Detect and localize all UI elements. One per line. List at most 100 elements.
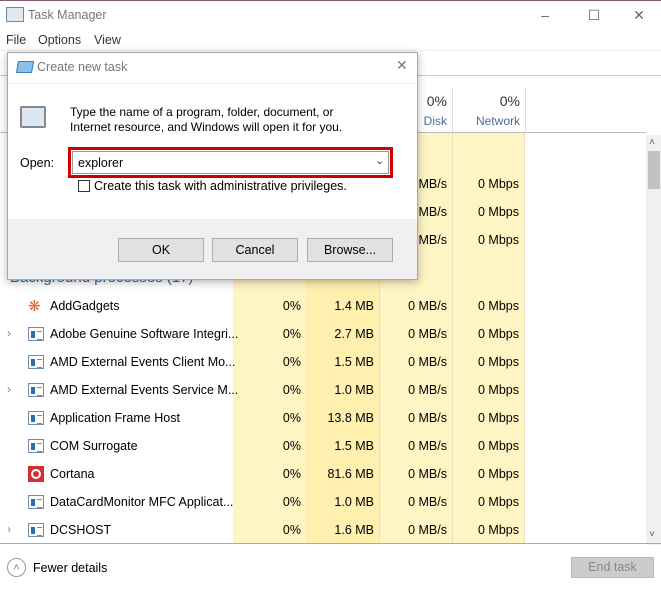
app-window-icon: [28, 411, 44, 425]
minimize-button[interactable]: –: [530, 4, 560, 26]
admin-checkbox[interactable]: [78, 180, 90, 192]
window-title: Task Manager: [28, 8, 107, 22]
app-window-icon: [28, 439, 44, 453]
maximize-button[interactable]: ☐: [579, 4, 609, 26]
network-cell: 0 Mbps: [478, 233, 519, 247]
open-input[interactable]: explorer: [78, 156, 123, 170]
expand-chevron-icon[interactable]: ›: [7, 382, 11, 396]
dialog-title-divider: [8, 83, 417, 84]
cpu-cell: 0%: [282, 383, 301, 397]
chevron-up-circle-icon[interactable]: ˄: [7, 558, 26, 577]
cpu-cell: 0%: [282, 523, 301, 537]
process-row[interactable]: Cortana 0% 81.6 MB 0 MB/s 0 Mbps: [0, 460, 525, 488]
window-top-border: [0, 0, 661, 1]
cpu-cell: 0%: [282, 439, 301, 453]
disk-cell: 0 MB/s: [408, 439, 447, 453]
cortana-icon: [28, 466, 44, 482]
disk-cell: 0 MB/s: [408, 523, 447, 537]
process-row[interactable]: COM Surrogate 0% 1.5 MB 0 MB/s 0 Mbps: [0, 432, 525, 460]
network-cell: 0 Mbps: [478, 383, 519, 397]
header-sep: [525, 88, 526, 132]
app-window-icon: [28, 355, 44, 369]
process-name: Adobe Genuine Software Integri...: [50, 327, 239, 341]
process-name: DCSHOST: [50, 523, 112, 537]
monitor-icon: [20, 106, 46, 128]
create-new-task-dialog: Create new task ✕ Type the name of a pro…: [7, 52, 418, 280]
footer-divider: [0, 543, 661, 544]
ok-button[interactable]: OK: [118, 238, 204, 262]
memory-cell: 1.4 MB: [334, 299, 374, 313]
cpu-cell: 0%: [282, 299, 301, 313]
memory-cell: 1.0 MB: [334, 495, 374, 509]
network-cell: 0 Mbps: [478, 205, 519, 219]
dialog-title: Create new task: [37, 60, 128, 74]
disk-cell: 0 MB/s: [408, 327, 447, 341]
cancel-button[interactable]: Cancel: [212, 238, 298, 262]
network-cell: 0 Mbps: [478, 299, 519, 313]
process-row[interactable]: Application Frame Host 0% 13.8 MB 0 MB/s 0 M…: [0, 404, 525, 432]
cpu-cell: 0%: [282, 327, 301, 341]
browse-button[interactable]: Browse...: [307, 238, 393, 262]
network-cell: 0 Mbps: [478, 355, 519, 369]
menu-view[interactable]: View: [94, 33, 121, 47]
dialog-close-button[interactable]: ✕: [396, 57, 408, 74]
memory-cell: 2.7 MB: [334, 327, 374, 341]
menu-options[interactable]: Options: [38, 33, 81, 47]
scrollbar-thumb[interactable]: [648, 151, 660, 189]
app-window-icon: [28, 523, 44, 537]
network-header-pct[interactable]: 0%: [452, 93, 520, 109]
process-name: COM Surrogate: [50, 439, 138, 453]
memory-cell: 1.5 MB: [334, 355, 374, 369]
process-name: AddGadgets: [50, 299, 120, 313]
memory-cell: 1.5 MB: [334, 439, 374, 453]
process-row[interactable]: › AMD External Events Service M... 0% 1.0 M…: [0, 376, 525, 404]
dialog-description: Type the name of a program, folder, docu…: [70, 105, 343, 134]
process-row[interactable]: AMD External Events Client Mo... 0% 1.5 MB…: [0, 348, 525, 376]
process-row[interactable]: › DCSHOST 0% 1.6 MB 0 MB/s 0 Mbps: [0, 516, 525, 544]
scrollbar[interactable]: ˄ ˅: [646, 135, 661, 545]
scroll-up-icon[interactable]: ˄: [649, 137, 655, 148]
chevron-down-icon[interactable]: ⌄: [375, 154, 384, 167]
app-window-icon: [28, 383, 44, 397]
admin-checkbox-label[interactable]: Create this task with administrative pri…: [94, 179, 347, 193]
network-cell: 0 Mbps: [478, 495, 519, 509]
process-name: AMD External Events Client Mo...: [50, 355, 236, 369]
fewer-details-link[interactable]: Fewer details: [33, 561, 107, 575]
process-row[interactable]: › Adobe Genuine Software Integri... 0% 2.7 …: [0, 320, 525, 348]
open-combobox[interactable]: explorer ⌄: [72, 151, 389, 174]
open-highlight: explorer ⌄: [68, 147, 393, 178]
open-label: Open:: [20, 156, 55, 170]
expand-chevron-icon[interactable]: ›: [7, 326, 11, 340]
process-row[interactable]: DataCardMonitor MFC Applicat... 0% 1.0 MB 0…: [0, 488, 525, 516]
menu-file[interactable]: File: [6, 33, 26, 47]
disk-cell: 0 MB/s: [408, 467, 447, 481]
memory-cell: 1.6 MB: [334, 523, 374, 537]
disk-cell: 0 MB/s: [408, 299, 447, 313]
process-name: AMD External Events Service M...: [50, 383, 239, 397]
task-manager-icon: [6, 7, 24, 22]
network-cell: 0 Mbps: [478, 327, 519, 341]
addgadgets-icon: ❋: [28, 298, 41, 315]
expand-chevron-icon[interactable]: ›: [7, 522, 11, 536]
memory-cell: 81.6 MB: [327, 467, 374, 481]
memory-cell: 1.0 MB: [334, 383, 374, 397]
network-cell: 0 Mbps: [478, 177, 519, 191]
memory-cell: 13.8 MB: [327, 411, 374, 425]
disk-cell: 0 MB/s: [408, 355, 447, 369]
process-row[interactable]: ❋ AddGadgets 0% 1.4 MB 0 MB/s 0 Mbps: [0, 292, 525, 320]
process-name: Cortana: [50, 467, 95, 481]
process-name: DataCardMonitor MFC Applicat...: [50, 495, 234, 509]
cpu-cell: 0%: [282, 355, 301, 369]
app-window-icon: [28, 327, 44, 341]
disk-cell: 0 MB/s: [408, 411, 447, 425]
scroll-down-icon[interactable]: ˅: [649, 529, 655, 540]
end-task-button[interactable]: End task: [571, 557, 654, 578]
menu-divider: [0, 50, 661, 51]
close-button[interactable]: ✕: [624, 4, 654, 26]
process-name: Application Frame Host: [50, 411, 180, 425]
network-header-label[interactable]: Network: [452, 114, 520, 128]
cpu-cell: 0%: [282, 495, 301, 509]
disk-cell: 0 MB/s: [408, 495, 447, 509]
cpu-cell: 0%: [282, 411, 301, 425]
network-cell: 0 Mbps: [478, 523, 519, 537]
